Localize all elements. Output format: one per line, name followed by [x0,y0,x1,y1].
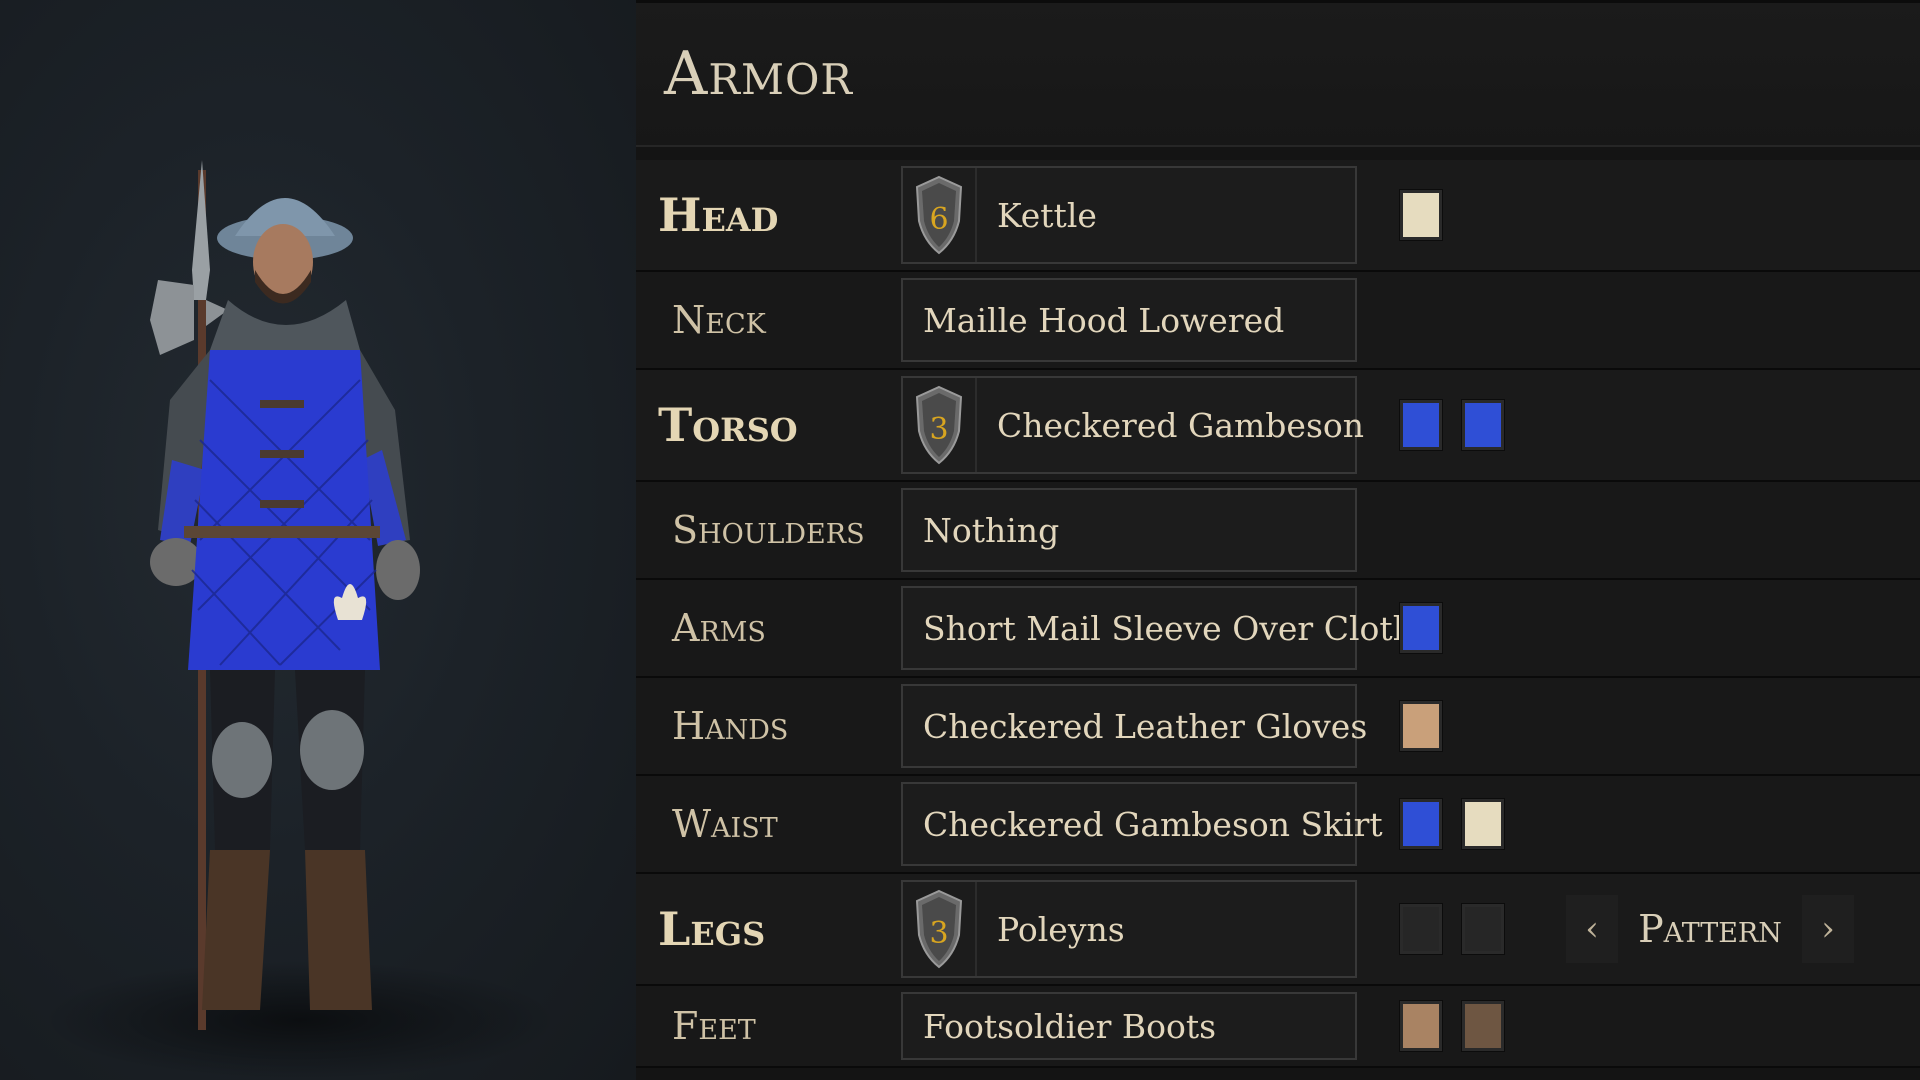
item-selector-arms[interactable]: Short Mail Sleeve Over Cloth [901,586,1414,670]
slot-row-feet: Feet Footsoldier Boots [636,986,1920,1068]
slot-label-hands: Hands [672,704,789,748]
armor-slot-list: Head 6 Kettle Neck Maille Hood Lowered T… [636,160,1920,1068]
tier-number: 3 [929,412,948,447]
shield-icon: 3 [915,385,963,465]
tier-number: 6 [929,202,948,237]
color-swatch[interactable] [1400,190,1442,240]
item-selector-hands[interactable]: Checkered Leather Gloves [901,684,1367,768]
chevron-right-icon[interactable]: › [1802,895,1854,963]
tier-badge: 3 [903,378,977,472]
character-preview-panel[interactable] [0,0,636,1080]
shield-icon: 3 [915,889,963,969]
color-swatch[interactable] [1400,603,1442,653]
item-name-hands: Checkered Leather Gloves [923,706,1368,746]
item-selector-head[interactable]: 6 Kettle [901,166,1357,264]
item-name-torso: Checkered Gambeson [997,405,1364,445]
color-swatches-head [1400,160,1442,270]
slot-row-hands: Hands Checkered Leather Gloves [636,678,1920,776]
slot-label-shoulders: Shoulders [672,508,865,552]
slot-row-torso: Torso 3 Checkered Gambeson [636,370,1920,482]
color-swatch-secondary[interactable] [1462,904,1504,954]
item-selector-torso[interactable]: 3 Checkered Gambeson [901,376,1364,474]
slot-label-head: Head [658,188,779,242]
color-swatch-primary[interactable] [1400,904,1442,954]
color-swatches-hands [1400,678,1442,774]
slot-row-arms: Arms Short Mail Sleeve Over Cloth [636,580,1920,678]
color-swatch-secondary[interactable] [1462,1001,1504,1051]
item-name-neck: Maille Hood Lowered [923,300,1285,340]
tier-badge: 3 [903,882,977,976]
slot-label-torso: Torso [658,398,798,452]
color-swatch-secondary[interactable] [1462,799,1504,849]
slot-label-feet: Feet [672,1004,756,1048]
slot-row-waist: Waist Checkered Gambeson Skirt [636,776,1920,874]
panel-header: Armor [636,0,1920,147]
color-swatches-waist [1400,776,1504,872]
item-name-feet: Footsoldier Boots [923,1006,1217,1046]
item-selector-neck[interactable]: Maille Hood Lowered [901,278,1357,362]
item-name-legs: Poleyns [997,909,1125,949]
slot-row-shoulders: Shoulders Nothing [636,482,1920,580]
slot-row-neck: Neck Maille Hood Lowered [636,272,1920,370]
item-name-waist: Checkered Gambeson Skirt [923,804,1383,844]
color-swatches-arms [1400,580,1442,676]
panel-title: Armor [664,39,854,109]
color-swatches-torso [1400,370,1504,480]
item-selector-waist[interactable]: Checkered Gambeson Skirt [901,782,1383,866]
tier-badge: 6 [903,168,977,262]
shield-icon: 6 [915,175,963,255]
slot-label-neck: Neck [672,298,766,342]
character-model [150,160,420,1030]
color-swatch-primary[interactable] [1400,1001,1442,1051]
item-name-head: Kettle [997,195,1097,235]
slot-label-legs: Legs [658,902,766,956]
chevron-left-icon[interactable]: ‹ [1566,895,1618,963]
item-name-shoulders: Nothing [923,510,1060,550]
item-selector-feet[interactable]: Footsoldier Boots [901,992,1357,1060]
color-swatch[interactable] [1400,701,1442,751]
slot-row-head: Head 6 Kettle [636,160,1920,272]
color-swatches-legs [1400,874,1504,984]
item-selector-shoulders[interactable]: Nothing [901,488,1357,572]
pattern-selector: ‹ Pattern › [1566,874,1854,984]
item-selector-legs[interactable]: 3 Poleyns [901,880,1357,978]
color-swatch-primary[interactable] [1400,400,1442,450]
armor-panel: Armor Head 6 Kettle Neck Maille Hood Low… [636,0,1920,1080]
slot-row-legs: Legs 3 Poleyns ‹ Pattern › [636,874,1920,986]
slot-label-waist: Waist [672,802,778,846]
color-swatch-primary[interactable] [1400,799,1442,849]
slot-label-arms: Arms [672,606,766,650]
pattern-label: Pattern [1638,907,1782,951]
color-swatch-secondary[interactable] [1462,400,1504,450]
color-swatches-feet [1400,986,1504,1066]
item-name-arms: Short Mail Sleeve Over Cloth [923,608,1414,648]
tier-number: 3 [929,916,948,951]
